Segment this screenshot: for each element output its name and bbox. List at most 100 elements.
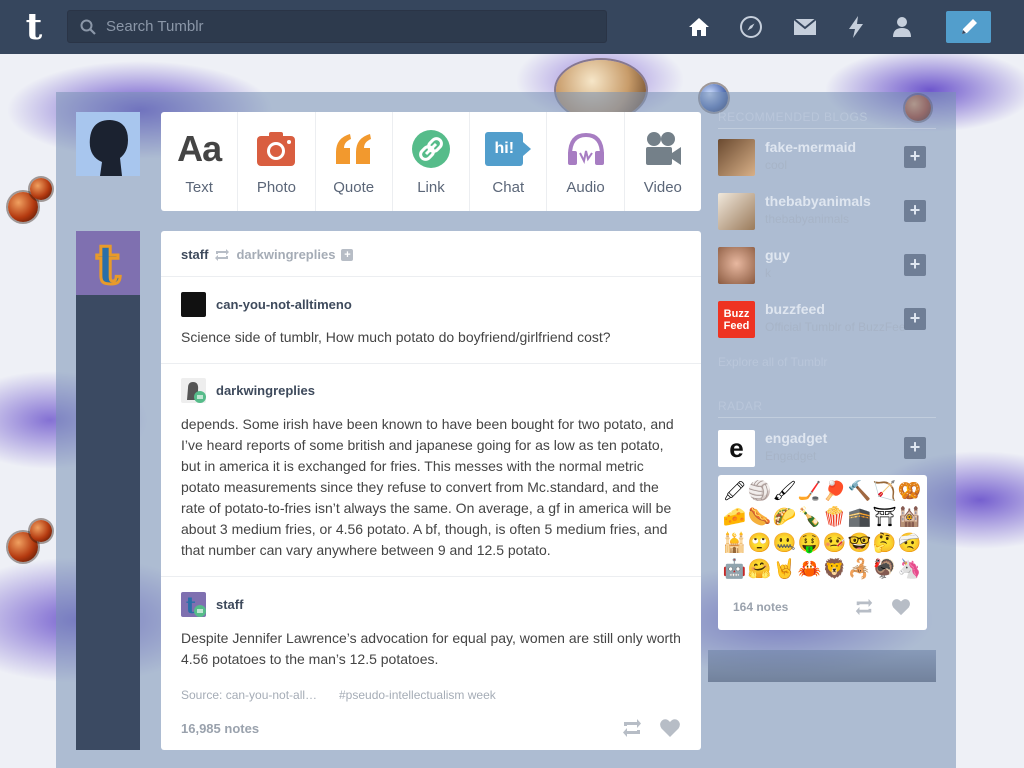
entry-username[interactable]: darkwingreplies xyxy=(216,383,315,398)
tumblr-staff-logo-icon: t xyxy=(94,235,122,291)
blog-name[interactable]: engadget xyxy=(765,430,827,446)
emoji-glyph: 🔨 xyxy=(847,481,872,502)
reblogged-from-name[interactable]: darkwingreplies xyxy=(236,247,335,262)
follow-blog-button[interactable]: + xyxy=(904,437,926,459)
blog-avatar[interactable] xyxy=(718,247,755,284)
home-icon[interactable] xyxy=(686,14,712,40)
link-icon xyxy=(411,128,450,170)
radar-notes-count[interactable]: 164 notes xyxy=(733,600,788,614)
post-type-link-button[interactable]: Link xyxy=(393,112,471,211)
follow-blog-button[interactable]: + xyxy=(904,254,926,276)
tumblr-logo[interactable]: t xyxy=(18,8,50,46)
post-type-audio-button[interactable]: Audio xyxy=(547,112,625,211)
post-type-label: Link xyxy=(417,179,445,196)
post-tag[interactable]: #pseudo-intellectualism week xyxy=(339,688,496,702)
emoji-glyph: 🤗 xyxy=(747,559,772,580)
like-heart-icon[interactable] xyxy=(891,597,911,617)
user-avatar[interactable] xyxy=(181,292,206,317)
top-navigation-bar: t xyxy=(0,0,1024,54)
blog-avatar[interactable] xyxy=(718,139,755,176)
engadget-logo-icon[interactable]: e xyxy=(718,430,755,467)
search-icon xyxy=(80,19,96,35)
post-type-chat-button[interactable]: hi! Chat xyxy=(470,112,548,211)
post-type-label: Photo xyxy=(256,179,297,196)
entry-text: Despite Jennifer Lawrence’s advocation f… xyxy=(181,630,681,667)
user-avatar[interactable]: t xyxy=(181,592,206,619)
blog-subtitle: k xyxy=(765,266,771,280)
reblog-icon[interactable] xyxy=(621,717,643,739)
search-box[interactable] xyxy=(67,10,607,43)
post-type-photo-button[interactable]: Photo xyxy=(238,112,316,211)
blog-subtitle: thebabyanimals xyxy=(765,212,850,226)
entry-username[interactable]: can-you-not-alltimeno xyxy=(216,297,352,312)
emoji-glyph: ⛩ xyxy=(872,507,897,528)
buzzfeed-logo-icon[interactable]: Buzz Feed xyxy=(718,301,755,338)
reblog-icon[interactable] xyxy=(854,597,874,617)
explore-tumblr-link[interactable]: Explore all of Tumblr xyxy=(718,355,827,369)
emoji-glyph: 🤒 xyxy=(822,533,847,554)
post-source-link[interactable]: Source: can-you-not-all… xyxy=(181,688,317,702)
follow-plus-icon[interactable]: + xyxy=(341,248,354,261)
explore-compass-icon[interactable] xyxy=(738,14,764,40)
activity-lightning-icon[interactable] xyxy=(843,14,869,40)
blog-avatar[interactable] xyxy=(718,193,755,230)
blog-name[interactable]: buzzfeed xyxy=(765,301,825,317)
text-icon: Aa xyxy=(177,128,222,169)
account-person-icon[interactable] xyxy=(889,14,915,40)
emoji-glyph: 🤕 xyxy=(897,533,922,554)
post-notes-count[interactable]: 16,985 notes xyxy=(181,721,259,736)
blog-name[interactable]: thebabyanimals xyxy=(765,193,871,209)
emoji-glyph: 🦂 xyxy=(847,559,872,580)
post-type-text-button[interactable]: Aa Text xyxy=(161,112,239,211)
post-type-label: Chat xyxy=(492,179,525,196)
emoji-glyph: 🧀 xyxy=(722,507,747,528)
follow-blog-button[interactable]: + xyxy=(904,200,926,222)
reblog-icon xyxy=(215,248,230,261)
blog-name[interactable]: fake-mermaid xyxy=(765,139,856,155)
recommended-blog[interactable]: Buzz Feed buzzfeed Official Tumblr of Buz… xyxy=(718,301,936,339)
search-input[interactable] xyxy=(106,11,586,42)
radar-post-card[interactable]: 🖍 🏐 🖌 🏒 🏓 🔨 🏹 🥨 🧀 🌭 🌮 🍾 🍿 🕋 ⛩ 🕍 🕌 🙄 🤐 🤑 🤒 🤓 🤔 🤕 🤖 🤗 🤘 🦀 🦁 🦂 🦃 🦄 164 not… xyxy=(718,475,927,630)
recommended-blog[interactable]: thebabyanimals thebabyanimals + xyxy=(718,193,936,231)
blog-subtitle: Engadget xyxy=(765,449,817,463)
post-type-label: Text xyxy=(185,179,213,196)
recommended-blog[interactable]: fake-mermaid cool + xyxy=(718,139,936,177)
post-type-quote-button[interactable]: Quote xyxy=(316,112,393,211)
divider xyxy=(718,417,936,418)
post-author-name[interactable]: staff xyxy=(181,247,208,262)
emoji-glyph: 🤑 xyxy=(797,533,822,554)
emoji-glyph: 🏒 xyxy=(797,481,822,502)
silhouette-avatar-icon xyxy=(76,112,140,176)
avatar-sticky-column xyxy=(76,295,140,750)
emoji-glyph: 🍾 xyxy=(797,507,822,528)
emoji-glyph: 🤐 xyxy=(772,533,797,554)
follow-blog-button[interactable]: + xyxy=(904,308,926,330)
entry-text: Science side of tumblr, How much potato … xyxy=(181,329,611,345)
emoji-glyph: 🥨 xyxy=(897,481,922,502)
compose-post-button[interactable] xyxy=(946,11,991,43)
emoji-glyph: 🏐 xyxy=(747,481,772,502)
planet-decoration xyxy=(30,520,52,542)
post-type-video-button[interactable]: Video xyxy=(625,112,701,211)
emoji-glyph: 🖌 xyxy=(772,481,797,502)
entry-username[interactable]: staff xyxy=(216,597,243,612)
emoji-glyph: 🤖 xyxy=(722,559,747,580)
blog-name[interactable]: guy xyxy=(765,247,790,263)
emoji-glyph: 🏹 xyxy=(872,481,897,502)
like-heart-icon[interactable] xyxy=(659,717,681,739)
inbox-mail-icon[interactable] xyxy=(792,14,818,40)
post-header: staff darkwingreplies + xyxy=(161,231,701,277)
entry-text: depends. Some irish have been known to h… xyxy=(181,416,674,558)
my-avatar[interactable] xyxy=(76,112,140,176)
emoji-glyph: 🤔 xyxy=(872,533,897,554)
user-avatar[interactable] xyxy=(181,378,206,403)
emoji-image: 🖍 🏐 🖌 🏒 🏓 🔨 🏹 🥨 🧀 🌭 🌮 🍾 🍿 🕋 ⛩ 🕍 🕌 🙄 🤐 🤑 🤒 🤓 🤔 🤕 🤖 🤗 🤘 🦀 🦁 🦂 🦃 🦄 xyxy=(722,479,925,583)
emoji-glyph: 🙄 xyxy=(747,533,772,554)
recommended-blog[interactable]: guy k + xyxy=(718,247,936,285)
emoji-glyph: 🦄 xyxy=(897,559,922,580)
follow-blog-button[interactable]: + xyxy=(904,146,926,168)
post-type-label: Video xyxy=(643,179,682,196)
radar-blog[interactable]: e engadget Engadget + xyxy=(718,430,936,468)
post-author-avatar[interactable]: t xyxy=(76,231,140,295)
dashboard-post: staff darkwingreplies + can-you-not-allt… xyxy=(161,231,701,750)
